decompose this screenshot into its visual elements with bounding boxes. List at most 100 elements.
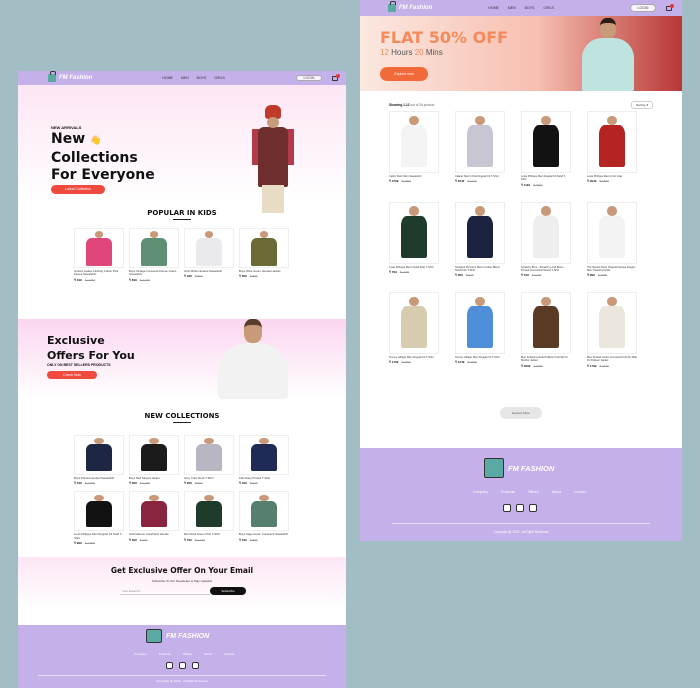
- product-card[interactable]: Louis Philippe Men Regular Fit Solid T-S…: [74, 491, 124, 545]
- sort-dropdown[interactable]: Sort by ▾: [631, 101, 653, 109]
- product-card[interactable]: Calvin Klein Men Sweatshirt ₹ 4799 ₹ 7999: [389, 111, 439, 187]
- product-name[interactable]: Men Printed Cotton Oversized Full Slv Wi…: [587, 356, 637, 363]
- product-card[interactable]: Tommy Hilfiger Men Regular Fit T-Shirt ₹ …: [455, 292, 505, 368]
- product-name[interactable]: Girls White Hooded Sweatshirt: [184, 269, 234, 273]
- footer-link-company[interactable]: Company: [134, 652, 147, 656]
- login-button[interactable]: LOGIN: [296, 75, 322, 81]
- nav-item-home[interactable]: HOME: [162, 76, 173, 80]
- pinterest-icon[interactable]: [179, 662, 186, 669]
- product-image[interactable]: [455, 292, 505, 355]
- check-now-button[interactable]: Check Now: [47, 371, 97, 379]
- product-card[interactable]: Louis Philippe Men Regular Fit Solid T-S…: [521, 111, 571, 187]
- product-card[interactable]: Louis Philippe Men's Knit Coat ₹ 3949 ₹ 65…: [587, 111, 637, 187]
- product-card[interactable]: Louis Philippe Men's Solid Polo T-Shirt ₹…: [389, 201, 439, 278]
- product-image[interactable]: [129, 228, 179, 268]
- product-image[interactable]: [129, 491, 179, 532]
- nav-item-boys[interactable]: BOYS: [197, 76, 207, 80]
- brand-logo[interactable]: FM Fashion: [388, 1, 432, 12]
- product-image[interactable]: [184, 491, 234, 532]
- product-name[interactable]: Boys Vintage Crewneck Fleece Green Sweat…: [129, 269, 179, 277]
- product-image[interactable]: [587, 201, 637, 264]
- product-card[interactable]: Classic Men's Polo Regular Fit T-Shirt ₹ …: [455, 111, 505, 187]
- product-name[interactable]: Louis Philippe Men's Solid Polo T-Shirt: [389, 266, 439, 269]
- product-name[interactable]: Louis Philippe Men Regular Fit Solid T-S…: [74, 533, 124, 540]
- product-name[interactable]: Boys Sage Green Crewneck Sweatshirt: [239, 532, 289, 536]
- cart-icon[interactable]: [332, 73, 340, 81]
- nav-item-girls[interactable]: GIRLS: [214, 76, 225, 80]
- product-image[interactable]: [389, 111, 439, 173]
- product-name[interactable]: Boys Printed Hooded Sweatshirt: [74, 476, 124, 480]
- nav-item-boys[interactable]: BOYS: [525, 6, 535, 10]
- product-image[interactable]: [587, 111, 637, 173]
- product-card[interactable]: Girls Maroon Colorblock Hoodie ₹ 599 ₹ 999: [129, 491, 179, 545]
- pinterest-icon[interactable]: [516, 504, 524, 512]
- nav-item-girls[interactable]: GIRLS: [543, 6, 554, 10]
- instagram-icon[interactable]: [503, 504, 511, 512]
- product-image[interactable]: [74, 435, 124, 475]
- product-image[interactable]: [74, 491, 124, 532]
- product-card[interactable]: The Souled Store Original Furious Dragon…: [587, 201, 637, 277]
- product-name[interactable]: Boys Red Striped Jacket: [129, 476, 179, 480]
- product-image[interactable]: [184, 435, 234, 475]
- footer-link-products[interactable]: Products: [501, 490, 515, 494]
- nav-item-men[interactable]: MEN: [181, 76, 189, 80]
- product-name[interactable]: Calvin Klein Men Sweatshirt: [389, 175, 439, 178]
- product-card[interactable]: Tommy Hilfiger Men Regular Fit T-Shirt ₹ …: [389, 292, 439, 368]
- product-card[interactable]: Scotland Premium Men's Cotton Blend Soli…: [455, 201, 505, 277]
- product-image[interactable]: [239, 435, 289, 475]
- footer-link-offices[interactable]: Offices: [183, 652, 192, 656]
- product-card[interactable]: Scratchy Bros - Scratchy Loud Boom Print…: [521, 201, 571, 277]
- product-name[interactable]: Louis Philippe Men Regular Fit Solid T-S…: [521, 175, 571, 182]
- product-card[interactable]: Girls White Hooded Sweatshirt ₹ 499 ₹ 699: [184, 228, 234, 282]
- product-name[interactable]: Tommy Hilfiger Men Regular Fit T-Shirt: [389, 356, 439, 359]
- product-image[interactable]: [184, 228, 234, 268]
- product-card[interactable]: Grey Crew Neck T-Shirt ₹ 299 ₹ 599: [184, 435, 234, 485]
- product-image[interactable]: [521, 201, 571, 264]
- explore-now-button[interactable]: Explore now: [380, 67, 428, 81]
- product-name[interactable]: Boys Olive Green Hooded Jacket: [239, 269, 289, 273]
- instagram-icon[interactable]: [166, 662, 173, 669]
- product-image[interactable]: [129, 435, 179, 475]
- product-image[interactable]: [239, 228, 289, 268]
- footer-logo[interactable]: FM FASHION: [146, 629, 209, 643]
- product-name[interactable]: Kids Navy Printed T-Shirt: [239, 476, 289, 480]
- product-name[interactable]: The Souled Store Original Furious Dragon…: [587, 266, 637, 273]
- subscribe-button[interactable]: Subscribe: [210, 587, 246, 595]
- product-card[interactable]: Boys Vintage Crewneck Fleece Green Sweat…: [129, 228, 179, 282]
- nav-item-men[interactable]: MEN: [508, 6, 516, 10]
- brand-logo[interactable]: FM Fashion: [48, 71, 92, 82]
- cart-icon[interactable]: [666, 3, 674, 11]
- product-card[interactable]: Boys Olive Green Hooded Jacket ₹ 569 ₹ 89…: [239, 228, 289, 282]
- product-image[interactable]: [587, 292, 637, 355]
- explore-more-button[interactable]: Explore More: [500, 407, 542, 419]
- product-image[interactable]: [521, 292, 571, 355]
- product-name[interactable]: Men Dark Green Polo T-Shirt: [184, 532, 234, 536]
- product-card[interactable]: Men Dark Green Polo T-Shirt ₹ 799 ₹ 1,199: [184, 491, 234, 545]
- footer-link-about[interactable]: About: [552, 490, 561, 494]
- footer-link-offices[interactable]: Offices: [528, 490, 539, 494]
- product-image[interactable]: [239, 491, 289, 532]
- footer-link-contact[interactable]: Contact: [574, 490, 586, 494]
- product-name[interactable]: Grey Crew Neck T-Shirt: [184, 476, 234, 480]
- product-name[interactable]: Men Knitted Colorful Pullover Full Slv F…: [521, 356, 571, 363]
- product-card[interactable]: Boys Red Striped Jacket ₹ 699 ₹ 1,299: [129, 435, 179, 485]
- product-card[interactable]: Boys Sage Green Crewneck Sweatshirt ₹ 549…: [239, 491, 289, 545]
- footer-link-about[interactable]: About: [204, 652, 212, 656]
- email-input[interactable]: Your Email Id: [120, 587, 210, 595]
- product-name[interactable]: Classic Men's Polo Regular Fit T-Shirt: [455, 175, 505, 178]
- product-image[interactable]: [389, 201, 439, 264]
- nav-item-home[interactable]: HOME: [488, 6, 499, 10]
- product-card[interactable]: Men Knitted Colorful Pullover Full Slv F…: [521, 292, 571, 368]
- product-image[interactable]: [455, 201, 505, 264]
- footer-logo[interactable]: FM FASHION: [484, 458, 554, 478]
- product-image[interactable]: [389, 292, 439, 355]
- product-image[interactable]: [455, 111, 505, 173]
- product-card[interactable]: Juniors Ladies Clothing Cotton Pink Flee…: [74, 228, 124, 282]
- login-button[interactable]: LOGIN: [630, 4, 656, 12]
- product-name[interactable]: Louis Philippe Men's Knit Coat: [587, 175, 637, 178]
- product-name[interactable]: Tommy Hilfiger Men Regular Fit T-Shirt: [455, 356, 505, 359]
- product-name[interactable]: Girls Maroon Colorblock Hoodie: [129, 532, 179, 536]
- product-card[interactable]: Men Printed Cotton Oversized Full Slv Wi…: [587, 292, 637, 368]
- whatsapp-icon[interactable]: [529, 504, 537, 512]
- footer-link-products[interactable]: Products: [159, 652, 171, 656]
